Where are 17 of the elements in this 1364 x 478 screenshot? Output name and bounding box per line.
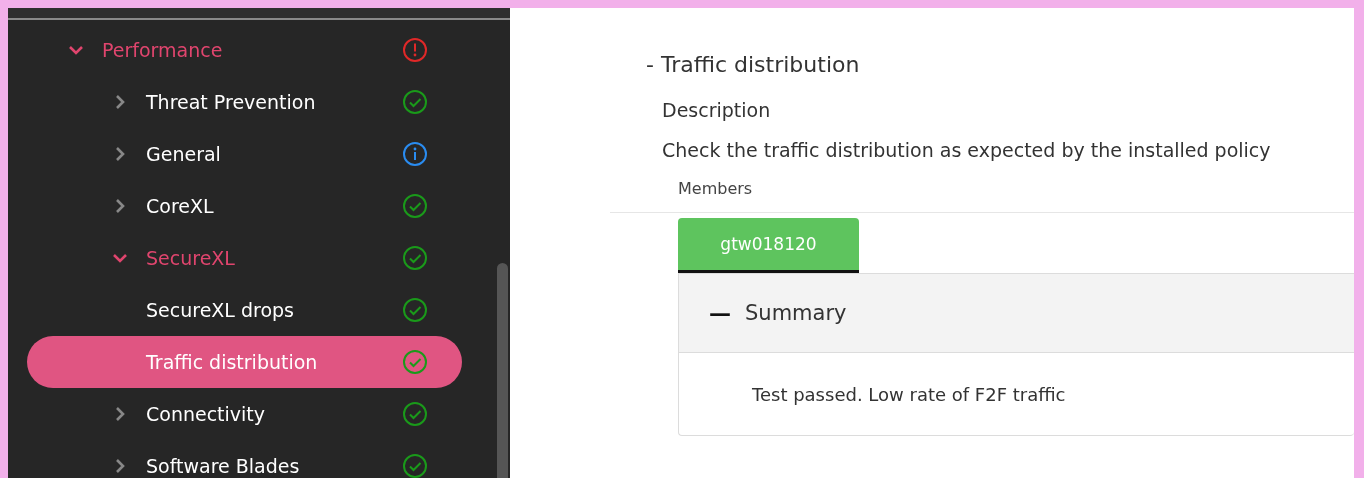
description-label: Description: [662, 99, 772, 121]
tree-item[interactable]: Performance: [8, 24, 462, 76]
summary-text: Test passed. Low rate of F2F traffic: [751, 382, 1067, 407]
tree-item[interactable]: Traffic distribution: [27, 336, 462, 388]
tree-item[interactable]: SecureXL drops: [8, 284, 462, 336]
tree-item[interactable]: General: [8, 128, 462, 180]
scrollbar[interactable]: [497, 263, 508, 478]
tree-item[interactable]: SecureXL: [8, 232, 462, 284]
section-title: - Traffic distribution: [646, 52, 861, 77]
tree-item[interactable]: Connectivity: [8, 388, 462, 440]
collapse-toggle[interactable]: —: [709, 300, 731, 326]
members-label: Members: [678, 179, 754, 198]
tree-item[interactable]: CoreXL: [8, 180, 462, 232]
tree-item[interactable]: Software Blades: [8, 440, 462, 478]
tree-item[interactable]: Threat Prevention: [8, 76, 462, 128]
description-text: Check the traffic distribution as expected by the installed policy: [662, 139, 1272, 161]
summary-title: Summary: [745, 301, 847, 325]
